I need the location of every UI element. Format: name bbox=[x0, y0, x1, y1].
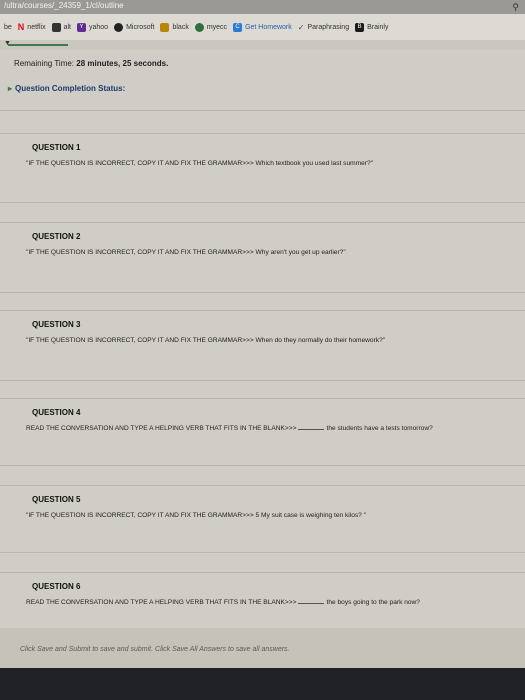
question-title: QUESTION 3 bbox=[32, 320, 81, 329]
bookmark-label: black bbox=[172, 23, 189, 31]
question-completion-status[interactable]: ▸ Question Completion Status: bbox=[8, 84, 125, 93]
divider bbox=[0, 552, 525, 553]
yahoo-icon: Y bbox=[77, 22, 86, 32]
bookmarks-bar: be N netflix alt Y yahoo Microsoft black… bbox=[0, 14, 525, 40]
bookmark-paraphrasing[interactable]: ✓ Paraphrasing bbox=[298, 23, 349, 32]
brainly-icon: B bbox=[355, 22, 365, 32]
bookmark-microsoft[interactable]: Microsoft bbox=[114, 22, 155, 32]
divider bbox=[0, 572, 525, 573]
microsoft-icon bbox=[114, 22, 124, 32]
content-header-strip bbox=[0, 40, 525, 50]
question-sentence: the students have a tests tomorrow? bbox=[326, 425, 433, 432]
answer-blank[interactable] bbox=[298, 429, 325, 430]
question-5: QUESTION 5 "IF THE QUESTION IS INCORRECT… bbox=[0, 495, 525, 519]
bookmark-label: Paraphrasing bbox=[307, 23, 350, 31]
divider bbox=[0, 310, 525, 311]
alt-icon bbox=[51, 22, 61, 32]
question-4: QUESTION 4 READ THE CONVERSATION AND TYP… bbox=[0, 408, 525, 432]
accent-bar bbox=[8, 44, 68, 46]
bookmark-get-homework[interactable]: C Get Homework bbox=[233, 22, 292, 32]
question-2: QUESTION 2 "IF THE QUESTION IS INCORRECT… bbox=[0, 232, 525, 256]
divider bbox=[0, 202, 525, 203]
divider bbox=[0, 133, 525, 134]
bookmark-label: netflix bbox=[27, 23, 46, 31]
status-label: Question Completion Status: bbox=[15, 84, 126, 93]
divider bbox=[0, 292, 525, 293]
bookmark-label: Brainly bbox=[367, 23, 389, 31]
question-text: READ THE CONVERSATION AND TYPE A HELPING… bbox=[26, 425, 525, 432]
divider bbox=[0, 465, 525, 466]
bookmark-label: myecc bbox=[206, 23, 228, 31]
black-icon bbox=[160, 22, 170, 32]
bookmark-netflix[interactable]: N netflix bbox=[18, 22, 46, 32]
question-title: QUESTION 4 bbox=[32, 408, 81, 417]
question-3: QUESTION 3 "IF THE QUESTION IS INCORRECT… bbox=[0, 320, 525, 344]
question-title: QUESTION 2 bbox=[32, 232, 81, 241]
bookmark-label: alt bbox=[63, 23, 71, 31]
remaining-time: Remaining Time: 28 minutes, 25 seconds. bbox=[14, 59, 168, 68]
question-title: QUESTION 6 bbox=[32, 582, 81, 591]
paraphrasing-icon: ✓ bbox=[297, 22, 305, 32]
question-prompt: READ THE CONVERSATION AND TYPE A HELPING… bbox=[26, 599, 297, 606]
timer-value: 28 minutes, 25 seconds. bbox=[76, 59, 169, 68]
bookmark-black[interactable]: black bbox=[160, 22, 189, 32]
bookmark-alt[interactable]: alt bbox=[51, 22, 71, 32]
question-sentence: the boys going to the park now? bbox=[326, 599, 420, 606]
bookmark-myecc[interactable]: myecc bbox=[194, 22, 228, 32]
address-bar[interactable]: /ultra/courses/_24359_1/cl/outline ⚲ bbox=[0, 0, 525, 14]
divider bbox=[0, 110, 525, 111]
divider bbox=[0, 485, 525, 486]
question-title: QUESTION 1 bbox=[32, 143, 81, 152]
answer-blank[interactable] bbox=[298, 603, 325, 604]
get-homework-icon: C bbox=[233, 22, 243, 32]
submit-instructions: Click Save and Submit to save and submit… bbox=[20, 646, 290, 653]
question-title: QUESTION 5 bbox=[32, 495, 81, 504]
bookmark-label: Get Homework bbox=[245, 23, 292, 31]
question-1: QUESTION 1 "IF THE QUESTION IS INCORRECT… bbox=[0, 143, 525, 167]
divider bbox=[0, 398, 525, 399]
question-text: "IF THE QUESTION IS INCORRECT, COPY IT A… bbox=[26, 337, 386, 344]
divider bbox=[0, 222, 525, 223]
bookmark-be[interactable]: be bbox=[4, 24, 12, 31]
divider bbox=[0, 380, 525, 381]
screen-bottom-bezel bbox=[0, 668, 525, 700]
bookmark-label: yahoo bbox=[89, 23, 109, 31]
myecc-icon bbox=[194, 22, 204, 32]
question-text: READ THE CONVERSATION AND TYPE A HELPING… bbox=[26, 599, 525, 606]
status-bullet-icon: ▸ bbox=[8, 84, 13, 93]
timer-label: Remaining Time: bbox=[14, 59, 75, 68]
url-text: /ultra/courses/_24359_1/cl/outline bbox=[4, 1, 124, 10]
submit-footer: Click Save and Submit to save and submit… bbox=[0, 628, 525, 668]
question-text: "IF THE QUESTION IS INCORRECT, COPY IT A… bbox=[26, 249, 346, 256]
bookmark-label: Microsoft bbox=[126, 23, 155, 31]
search-icon[interactable]: ⚲ bbox=[512, 1, 519, 13]
question-text: "IF THE QUESTION IS INCORRECT, COPY IT A… bbox=[26, 160, 373, 167]
question-prompt: READ THE CONVERSATION AND TYPE A HELPING… bbox=[26, 425, 297, 432]
bookmark-yahoo[interactable]: Y yahoo bbox=[77, 22, 109, 32]
question-6: QUESTION 6 READ THE CONVERSATION AND TYP… bbox=[0, 582, 525, 606]
question-text: "IF THE QUESTION IS INCORRECT, COPY IT A… bbox=[26, 512, 367, 519]
bookmark-brainly[interactable]: B Brainly bbox=[355, 22, 389, 32]
netflix-icon: N bbox=[17, 22, 25, 32]
bookmark-label: be bbox=[4, 23, 12, 31]
